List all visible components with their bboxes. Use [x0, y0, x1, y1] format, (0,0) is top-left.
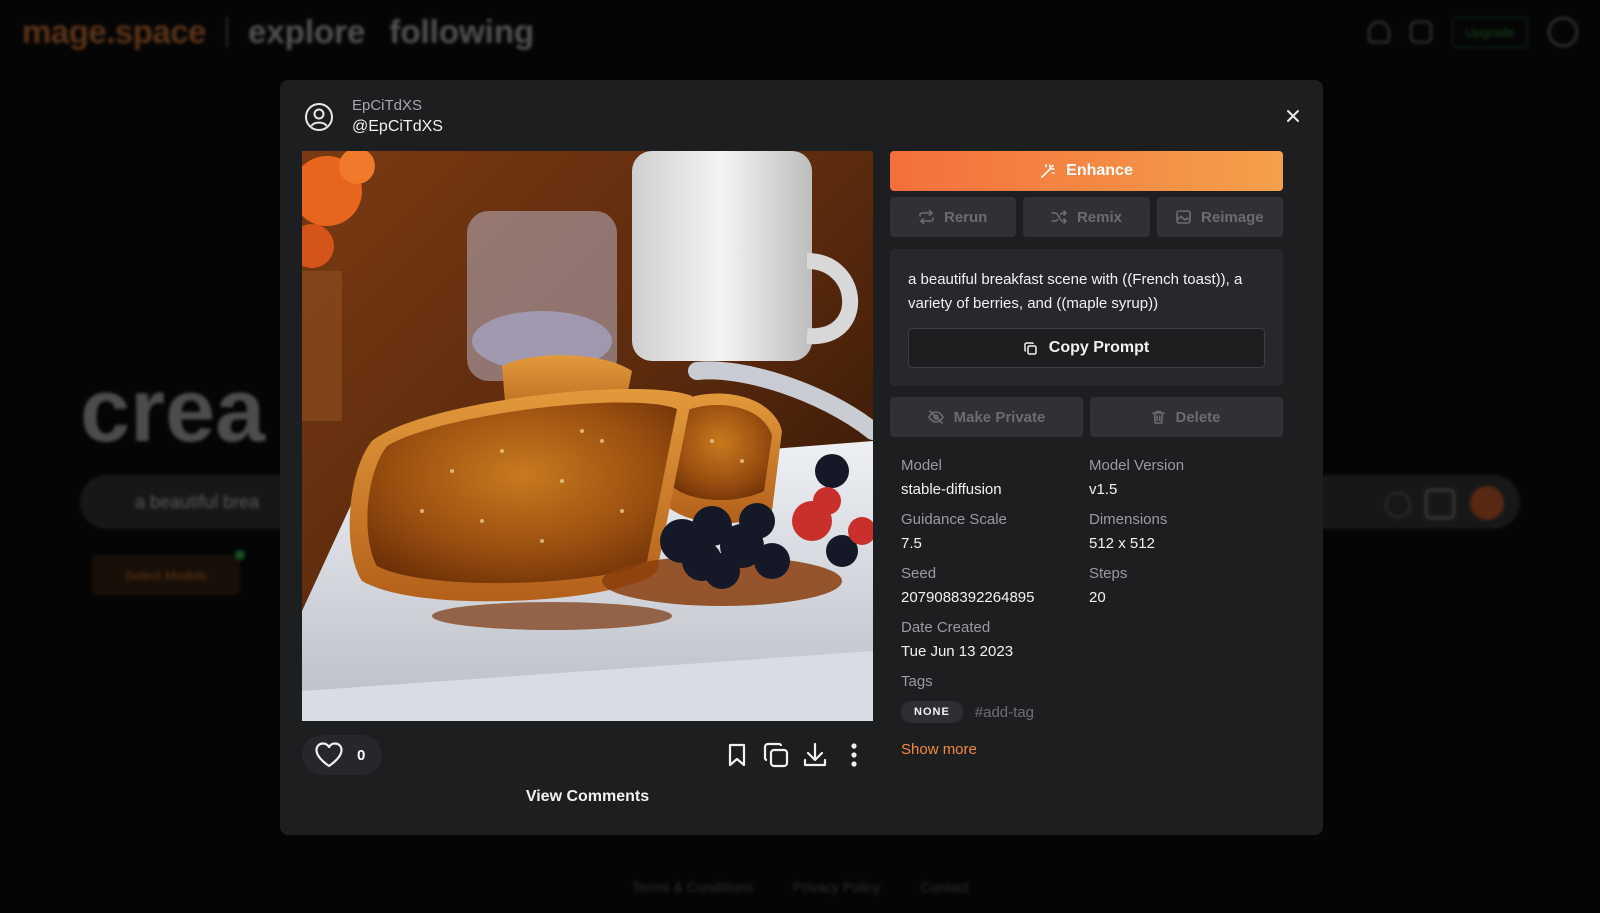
copy-prompt-button[interactable]: Copy Prompt — [908, 328, 1265, 368]
delete-button[interactable]: Delete — [1090, 397, 1283, 437]
settings-icon[interactable] — [1385, 492, 1411, 518]
tags-row: NONE #add-tag — [901, 701, 1283, 723]
prompt-text: a beautiful breakfast scene with ((Frenc… — [908, 271, 1243, 312]
generation-metadata: Model stable-diffusion Model Version v1.… — [890, 457, 1283, 661]
meta-seed: Seed 2079088392264895 — [901, 565, 1089, 607]
magic-wand-icon — [1041, 164, 1055, 178]
repeat-icon — [919, 210, 934, 224]
remix-button[interactable]: Remix — [1023, 197, 1150, 237]
select-models-button[interactable]: Select Models — [92, 555, 240, 595]
shuffle-icon — [1051, 210, 1067, 224]
tag-badge[interactable]: NONE — [901, 701, 963, 723]
meta-value: Tue Jun 13 2023 — [901, 643, 1014, 660]
download-button[interactable] — [802, 740, 828, 770]
download-icon — [803, 742, 827, 767]
show-more-link[interactable]: Show more — [890, 741, 1283, 758]
footer-privacy-link[interactable]: Privacy Policy — [793, 879, 880, 895]
more-options-button[interactable] — [841, 740, 867, 770]
rerun-button[interactable]: Rerun — [890, 197, 1017, 237]
user-handle[interactable]: @EpCiTdXS — [352, 116, 443, 138]
eye-off-icon — [927, 410, 944, 424]
nav-explore[interactable]: explore — [248, 13, 365, 51]
meta-date-created: Date Created Tue Jun 13 2023 — [901, 619, 1089, 661]
remix-label: Remix — [1076, 208, 1122, 226]
image-upload-icon[interactable] — [1425, 489, 1455, 519]
bell-icon[interactable] — [1368, 21, 1391, 43]
meta-value: 7.5 — [901, 535, 922, 552]
enhance-button[interactable]: Enhance — [890, 151, 1283, 191]
reimage-button[interactable]: Reimage — [1156, 197, 1283, 237]
meta-steps: Steps 20 — [1089, 565, 1277, 607]
generate-button[interactable] — [1470, 486, 1504, 520]
user-name[interactable]: EpCiTdXS — [352, 96, 443, 116]
meta-label: Model — [901, 457, 942, 474]
copy-icon — [1024, 341, 1037, 355]
meta-label: Seed — [901, 565, 937, 582]
image-icon — [1176, 210, 1191, 224]
meta-label: Date Created — [901, 619, 991, 636]
prompt-search-text: a beautiful brea — [135, 492, 260, 512]
footer-terms-link[interactable]: Terms & Conditions — [632, 879, 753, 895]
footer: Terms & Conditions Privacy Policy Contac… — [0, 879, 1600, 895]
prompt-box: a beautiful breakfast scene with ((Frenc… — [890, 249, 1283, 386]
meta-dimensions: Dimensions 512 x 512 — [1089, 511, 1277, 553]
meta-label: Guidance Scale — [901, 511, 1007, 528]
enhance-label: Enhance — [1066, 162, 1133, 179]
generated-image[interactable] — [302, 151, 873, 721]
modal-header: EpCiTdXS @EpCiTdXS — [302, 96, 443, 138]
heart-icon — [315, 742, 343, 768]
rerun-label: Rerun — [943, 208, 988, 226]
image-detail-modal: EpCiTdXS @EpCiTdXS 0 View Comments Enhan… — [280, 80, 1323, 835]
top-nav: mage.space explore following Upgrade — [22, 12, 1578, 52]
status-dot — [235, 550, 245, 560]
delete-label: Delete — [1175, 408, 1221, 426]
meta-guidance-scale: Guidance Scale 7.5 — [901, 511, 1089, 553]
meta-value: 512 x 512 — [1089, 535, 1155, 552]
upgrade-button[interactable]: Upgrade — [1452, 16, 1528, 48]
copy-icon — [763, 742, 789, 768]
meta-value: stable-diffusion — [901, 481, 1002, 498]
meta-label: Model Version — [1089, 457, 1185, 474]
user-info: EpCiTdXS @EpCiTdXS — [352, 96, 443, 138]
close-button[interactable] — [1281, 104, 1305, 128]
nav-divider — [225, 17, 228, 47]
duplicate-button[interactable] — [763, 740, 789, 770]
generation-actions: Rerun Remix Reimage — [890, 197, 1283, 237]
meta-model: Model stable-diffusion — [901, 457, 1089, 499]
detail-panel: Enhance Rerun Remix Reimage a beautiful … — [890, 151, 1283, 758]
footer-contact-link[interactable]: Contact — [920, 879, 968, 895]
like-button[interactable]: 0 — [302, 735, 382, 775]
reimage-label: Reimage — [1201, 208, 1264, 226]
tags-label: Tags — [901, 673, 933, 690]
bookmark-button[interactable] — [724, 740, 750, 770]
meta-label: Steps — [1089, 565, 1128, 582]
make-private-button[interactable]: Make Private — [890, 397, 1083, 437]
bookmark-icon — [728, 743, 746, 767]
user-avatar-icon[interactable] — [302, 100, 336, 134]
add-tag-input[interactable]: #add-tag — [975, 704, 1034, 721]
meta-model-version: Model Version v1.5 — [1089, 457, 1277, 499]
meta-value: 20 — [1089, 589, 1106, 606]
tags-section: Tags NONE #add-tag — [890, 673, 1283, 723]
trash-icon — [1152, 410, 1166, 424]
user-avatar[interactable] — [1548, 17, 1578, 47]
view-comments-link[interactable]: View Comments — [302, 788, 873, 806]
meta-value: v1.5 — [1089, 481, 1118, 498]
more-vertical-icon — [851, 743, 857, 767]
meta-value: 2079088392264895 — [901, 589, 1035, 606]
nav-following[interactable]: following — [389, 13, 534, 51]
like-count: 0 — [357, 746, 366, 764]
hero-title: crea — [80, 361, 266, 461]
meta-label: Dimensions — [1089, 511, 1168, 528]
mail-icon[interactable] — [1410, 21, 1433, 43]
nav-right: Upgrade — [1368, 16, 1578, 48]
brand-logo[interactable]: mage.space — [22, 13, 206, 51]
copy-prompt-label: Copy Prompt — [1048, 339, 1150, 356]
make-private-label: Make Private — [953, 408, 1046, 426]
owner-actions: Make Private Delete — [890, 397, 1283, 437]
close-icon — [1287, 110, 1299, 122]
image-actions — [724, 740, 867, 770]
